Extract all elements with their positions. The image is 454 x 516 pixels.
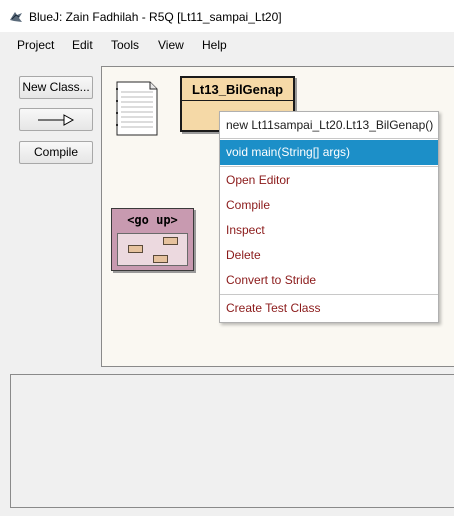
package-preview (117, 233, 188, 266)
menu-project[interactable]: Project (17, 38, 54, 52)
menu-view[interactable]: View (158, 38, 184, 52)
menu-item-compile[interactable]: Compile (220, 193, 438, 218)
inheritance-arrow-icon (38, 114, 75, 126)
title-bar: BlueJ: Zain Fadhilah - R5Q [Lt11_sampai_… (0, 0, 454, 32)
menu-separator (220, 138, 438, 139)
menu-bar: Project Edit Tools View Help (0, 34, 454, 56)
menu-item-main-method[interactable]: void main(String[] args) (220, 140, 438, 165)
menu-item-inspect[interactable]: Inspect (220, 218, 438, 243)
compile-button[interactable]: Compile (19, 141, 93, 164)
menu-help[interactable]: Help (202, 38, 227, 52)
menu-separator (220, 166, 438, 167)
mini-class-icon (128, 245, 143, 253)
window-title: BlueJ: Zain Fadhilah - R5Q [Lt11_sampai_… (29, 10, 282, 24)
new-class-button[interactable]: New Class... (19, 76, 93, 99)
bluej-app-icon (10, 12, 22, 22)
new-inheritance-arrow-button[interactable] (19, 108, 93, 131)
mini-class-icon (153, 255, 168, 263)
go-up-package[interactable]: <go up> (111, 208, 194, 271)
menu-item-delete[interactable]: Delete (220, 243, 438, 268)
readme-document-icon[interactable] (114, 80, 160, 137)
class-name-label: Lt13_BilGenap (191, 82, 284, 97)
menu-tools[interactable]: Tools (111, 38, 139, 52)
go-up-label: <go up> (127, 213, 178, 227)
class-divider (182, 100, 293, 101)
menu-separator (220, 294, 438, 295)
class-context-menu: new Lt11sampai_Lt20.Lt13_BilGenap() void… (219, 111, 439, 323)
menu-item-open-editor[interactable]: Open Editor (220, 168, 438, 193)
menu-item-constructor[interactable]: new Lt11sampai_Lt20.Lt13_BilGenap() (220, 113, 438, 138)
object-bench[interactable] (10, 374, 454, 508)
menu-item-create-test-class[interactable]: Create Test Class (220, 296, 438, 321)
menu-edit[interactable]: Edit (72, 38, 93, 52)
mini-class-icon (163, 237, 178, 245)
tool-panel: New Class... Compile (10, 66, 102, 423)
menu-item-convert-to-stride[interactable]: Convert to Stride (220, 268, 438, 293)
